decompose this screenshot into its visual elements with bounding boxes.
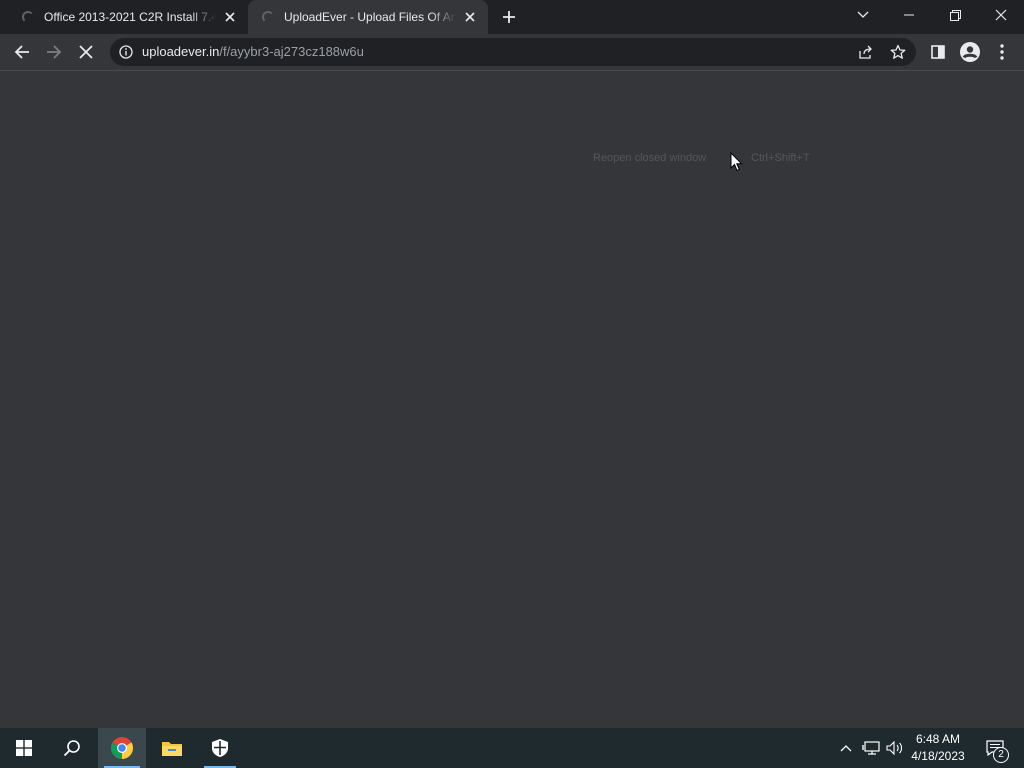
network-icon[interactable] (860, 728, 882, 768)
tab-title: UploadEver - Upload Files Of Any Size (284, 10, 456, 24)
shield-icon (212, 739, 228, 757)
browser-menu-icon[interactable] (988, 38, 1016, 66)
forward-button[interactable] (40, 38, 68, 66)
search-button[interactable] (48, 728, 96, 768)
address-bar[interactable]: uploadever.in/f/ayybr3-aj273cz188w6u (110, 38, 916, 66)
url-text[interactable]: uploadever.in/f/ayybr3-aj273cz188w6u (142, 38, 364, 66)
show-hidden-icons-chevron-icon[interactable] (836, 728, 856, 768)
menu-item-shortcut: Ctrl+Shift+T (751, 152, 810, 164)
bookmark-star-icon[interactable] (888, 42, 908, 62)
tab-uploadever[interactable]: UploadEver - Upload Files Of Any Size (248, 0, 488, 34)
notification-count-badge: 2 (993, 747, 1009, 763)
loading-spinner-icon (262, 11, 274, 23)
tab-close-icon[interactable] (222, 9, 238, 25)
taskbar-windows-security[interactable] (198, 728, 242, 768)
loading-spinner-icon (22, 11, 34, 23)
tab-search-chevron-icon[interactable] (840, 0, 886, 30)
back-button[interactable] (8, 38, 36, 66)
search-icon (63, 740, 80, 757)
taskbar-chrome[interactable] (98, 728, 146, 768)
taskbar-file-explorer[interactable] (148, 728, 196, 768)
menu-item-label: Reopen closed window (593, 152, 707, 164)
close-window-button[interactable] (978, 0, 1024, 30)
new-tab-button[interactable] (498, 7, 520, 27)
tab-office-install[interactable]: Office 2013-2021 C2R Install 7.4.4 (8, 0, 248, 34)
taskbar-clock[interactable]: 6:48 AM 4/18/2023 (905, 731, 971, 765)
start-button[interactable] (0, 728, 48, 768)
url-host: uploadever.in (142, 44, 220, 59)
stop-loading-button[interactable] (72, 38, 100, 66)
tab-title: Office 2013-2021 C2R Install 7.4.4 (44, 10, 216, 24)
mouse-cursor-icon (730, 151, 743, 177)
volume-icon[interactable] (884, 728, 906, 768)
site-info-icon[interactable] (119, 45, 133, 64)
url-path: /f/ayybr3-aj273cz188w6u (219, 44, 364, 59)
browser-toolbar: uploadever.in/f/ayybr3-aj273cz188w6u (0, 34, 1024, 71)
profile-avatar-icon[interactable] (956, 38, 984, 66)
tab-close-icon[interactable] (462, 9, 478, 25)
windows-taskbar: 6:48 AM 4/18/2023 (0, 728, 1024, 768)
folder-icon (162, 742, 182, 756)
clock-time: 6:48 AM (915, 732, 961, 746)
page-content (0, 71, 1024, 728)
reopen-closed-window-menu-item[interactable]: Reopen closed window Ctrl+Shift+T (593, 152, 810, 164)
share-icon[interactable] (856, 42, 876, 62)
clock-date: 4/18/2023 (911, 749, 965, 763)
side-panel-icon[interactable] (924, 38, 952, 66)
restore-button[interactable] (932, 0, 978, 30)
windows-logo-icon (16, 740, 32, 756)
chrome-icon (111, 737, 133, 759)
tab-strip: Office 2013-2021 C2R Install 7.4.4 Uploa… (0, 0, 1024, 34)
minimize-button[interactable] (886, 0, 932, 30)
